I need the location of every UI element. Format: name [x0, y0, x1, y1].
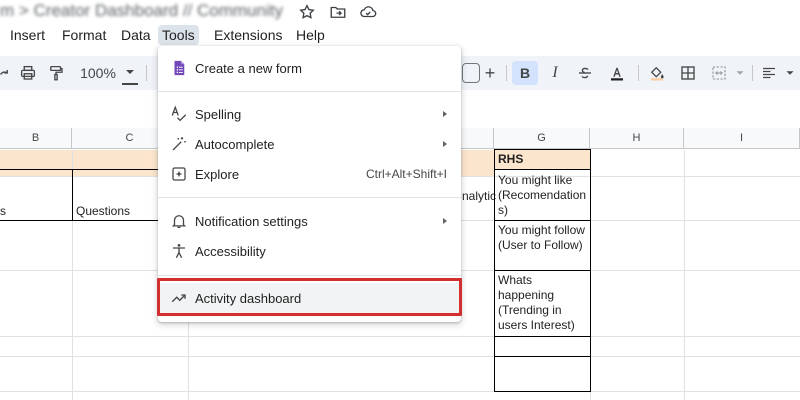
menu-divider — [158, 275, 461, 276]
menu-item-autocomplete[interactable]: Autocomplete — [158, 129, 461, 159]
accessibility-icon — [170, 242, 188, 260]
menu-divider — [158, 91, 461, 92]
cell-b2-text: s — [0, 204, 6, 218]
menu-item-label: Accessibility — [195, 243, 266, 259]
cell-g3-text: You might follow (User to Follow) — [498, 223, 585, 252]
title-row: m > Creator Dashboard // Community — [0, 0, 800, 24]
menu-item-accessibility[interactable]: Accessibility — [158, 236, 461, 266]
cell-b2[interactable] — [0, 169, 73, 221]
merge-dropdown-icon[interactable] — [733, 61, 747, 85]
toolbar-divider — [752, 65, 753, 81]
align-left-icon[interactable] — [758, 61, 780, 85]
forms-icon — [170, 59, 188, 77]
menu-bar: Insert Format Data Tools Extensions Help — [0, 24, 800, 46]
paint-format-icon[interactable] — [45, 61, 67, 85]
toolbar-divider — [506, 65, 507, 81]
move-folder-icon[interactable] — [329, 3, 347, 21]
submenu-arrow-icon — [443, 111, 447, 117]
font-size-increase-button[interactable]: + — [481, 61, 499, 85]
text-color-icon[interactable] — [605, 61, 629, 85]
menu-item-notification-settings[interactable]: Notification settings — [158, 206, 461, 236]
font-size-field[interactable] — [462, 63, 480, 83]
toolbar-divider — [638, 65, 639, 81]
document-title[interactable]: m > Creator Dashboard // Community — [0, 1, 283, 21]
cloud-status-icon[interactable] — [359, 3, 377, 21]
bold-button[interactable]: B — [512, 61, 538, 85]
fill-color-icon[interactable] — [646, 61, 668, 85]
borders-icon[interactable] — [677, 61, 699, 85]
cell-g5[interactable] — [494, 336, 591, 357]
menu-item-label: Notification settings — [195, 213, 308, 229]
menu-item-spelling[interactable]: Spelling — [158, 99, 461, 129]
menu-insert[interactable]: Insert — [6, 25, 49, 45]
cell-g4-text: Whats happening (Trending in users Inter… — [498, 273, 575, 332]
menu-help[interactable]: Help — [292, 25, 329, 45]
menu-item-create-form[interactable]: Create a new form — [158, 53, 461, 83]
cell-g1-text: RHS — [498, 152, 524, 166]
column-divider — [684, 150, 685, 400]
explore-icon — [170, 165, 188, 183]
keyboard-shortcut: Ctrl+Alt+Shift+I — [365, 167, 447, 181]
strikethrough-icon[interactable] — [574, 61, 596, 85]
star-icon[interactable] — [298, 3, 316, 21]
row-divider — [0, 391, 800, 392]
menu-item-label: Create a new form — [195, 60, 302, 76]
menu-item-label: Autocomplete — [195, 136, 275, 152]
highlight-box — [157, 278, 462, 316]
merge-cells-icon[interactable] — [708, 61, 730, 85]
menu-data[interactable]: Data — [117, 25, 155, 45]
column-header-i[interactable]: I — [684, 128, 800, 149]
magic-wand-icon — [170, 135, 188, 153]
row-divider — [0, 336, 800, 337]
menu-format[interactable]: Format — [58, 25, 110, 45]
menu-item-label: Explore — [195, 166, 240, 182]
align-dropdown-icon[interactable] — [783, 61, 797, 85]
submenu-arrow-icon — [443, 141, 447, 147]
zoom-value[interactable]: 100% — [78, 61, 118, 85]
column-header-g[interactable]: G — [494, 128, 590, 149]
menu-item-label: Spelling — [195, 106, 242, 122]
row-divider — [0, 356, 800, 357]
menu-item-explore[interactable]: Explore Ctrl+Alt+Shift+I — [158, 159, 461, 189]
print-icon[interactable] — [17, 61, 39, 85]
menu-tools[interactable]: Tools — [158, 25, 199, 45]
column-header-h[interactable]: H — [590, 128, 684, 149]
column-header-b[interactable]: B — [0, 128, 72, 149]
cell-c2-text: Questions — [76, 204, 131, 218]
redo-icon[interactable] — [0, 61, 10, 85]
cell-g2-text: You might like (Recomendations) — [498, 173, 587, 217]
spellcheck-icon — [170, 105, 188, 123]
cell-g6[interactable] — [494, 356, 591, 392]
italic-button[interactable]: I — [545, 61, 565, 85]
toolbar-divider — [146, 65, 147, 81]
submenu-arrow-icon — [443, 218, 447, 224]
menu-divider — [158, 197, 461, 198]
bell-icon — [170, 212, 188, 230]
zoom-dropdown-icon[interactable] — [122, 61, 138, 85]
cell-f2-text: nalytic — [462, 189, 497, 203]
menu-extensions[interactable]: Extensions — [210, 25, 286, 45]
